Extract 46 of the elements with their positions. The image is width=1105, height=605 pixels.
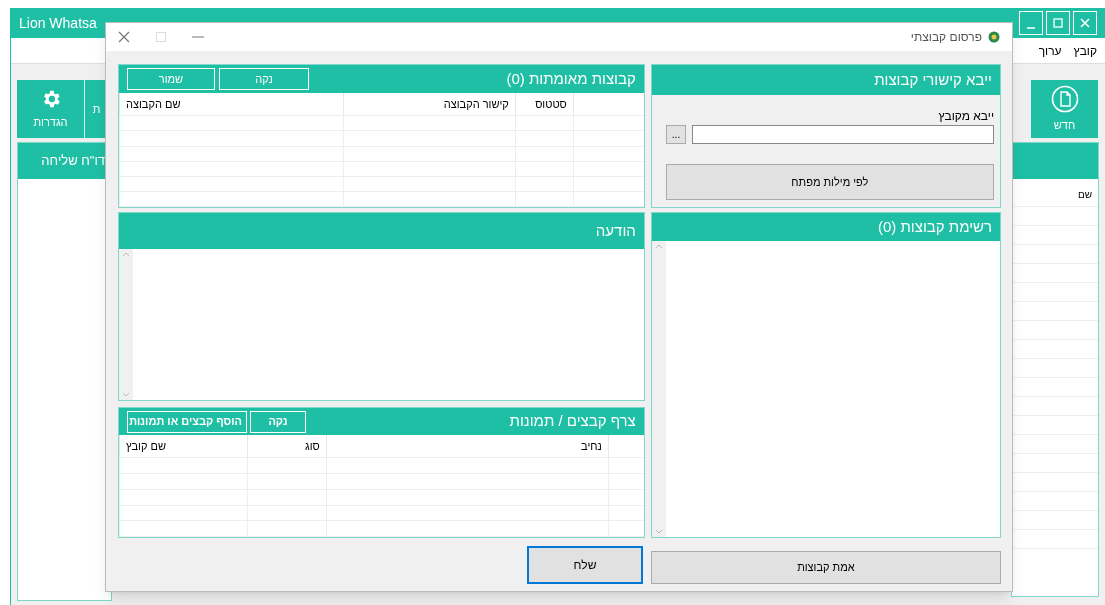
scroll-up-icon[interactable] — [122, 251, 130, 257]
header-button[interactable]: נקה — [250, 410, 306, 433]
header-button[interactable]: נקה — [219, 68, 309, 91]
panel-title: ייבא קישורי קבוצות — [874, 69, 992, 90]
header-button[interactable]: הוסף קבצים או תמונות — [127, 410, 247, 433]
app-title: Lion Whatsa — [19, 13, 97, 33]
header-button[interactable]: שמור — [127, 68, 215, 91]
panel-title: קבוצות מאומתות (0) — [506, 68, 636, 89]
column-header: סטטוס — [514, 93, 573, 116]
panel-title: רשימת קבוצות (0) — [877, 216, 992, 237]
column-header: שם הקבוצה — [119, 93, 343, 116]
column-header: שם קובץ — [119, 435, 247, 458]
verify-groups-button[interactable]: אמת קבוצות — [650, 551, 1001, 584]
app-logo-icon — [988, 31, 1000, 43]
send-button[interactable]: שלח — [527, 546, 643, 584]
column-header: סוג — [246, 435, 326, 458]
document-icon — [1050, 84, 1079, 113]
menu-item[interactable]: ערוך — [1038, 41, 1062, 60]
browse-button[interactable]: ... — [666, 125, 686, 144]
maximize-icon[interactable] — [156, 32, 166, 42]
file-path-field[interactable] — [692, 125, 994, 144]
maximize-button[interactable] — [1046, 11, 1070, 35]
close-button[interactable] — [1073, 11, 1097, 35]
menu-item[interactable]: קובץ — [1073, 41, 1097, 60]
toolbar-button[interactable]: הגדרות — [17, 80, 85, 138]
panel-title: הודעה — [595, 220, 636, 241]
scrollbar[interactable] — [119, 249, 133, 400]
scroll-down-icon[interactable] — [654, 529, 663, 535]
minimize-button[interactable] — [1019, 11, 1043, 35]
panel-title: צרף קבצים / תמונות — [509, 411, 636, 432]
close-icon[interactable] — [118, 31, 130, 43]
maximize-icon — [1053, 18, 1063, 28]
field-label: ייבא מקובץ — [937, 108, 994, 125]
minimize-icon — [1027, 27, 1035, 29]
column-header: נחיב — [325, 435, 608, 458]
panel-title: דו"ח שליחה — [41, 152, 105, 171]
toolbar-button[interactable]: חדש — [1031, 80, 1099, 138]
scrollbar[interactable] — [651, 241, 666, 537]
column-header: קישור הקבוצה — [342, 93, 515, 116]
scroll-down-icon[interactable] — [122, 392, 130, 398]
keywords-button[interactable]: לפי מילות מפתח — [665, 164, 994, 200]
close-icon — [1080, 18, 1090, 28]
dialog-title: פרסום קבוצתי — [910, 29, 982, 46]
column-header: שם — [1077, 188, 1092, 202]
minimize-icon[interactable] — [192, 36, 204, 38]
scroll-up-icon[interactable] — [654, 243, 663, 249]
